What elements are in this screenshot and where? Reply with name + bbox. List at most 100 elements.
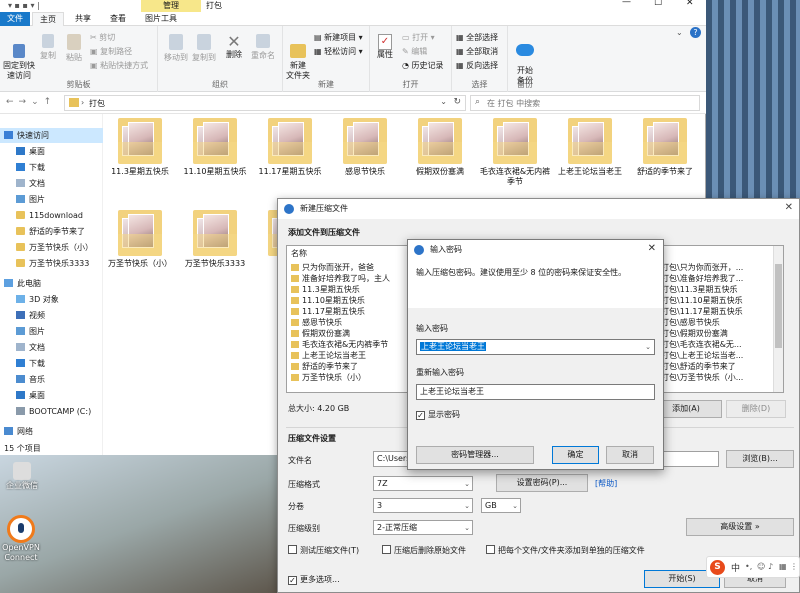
- split-select[interactable]: 3 ⌄: [373, 498, 473, 513]
- nav-item[interactable]: 万圣节快乐3333: [0, 256, 103, 271]
- show-password-checkbox[interactable]: ✓ 显示密码: [416, 409, 460, 421]
- nav-item[interactable]: 桌面: [0, 388, 103, 403]
- file-item[interactable]: 11.10星期五快乐: [179, 118, 251, 192]
- nav-item[interactable]: 视频: [0, 308, 103, 323]
- nav-item[interactable]: 图片: [0, 192, 103, 207]
- list-item[interactable]: 万圣节快乐（小）: [289, 372, 409, 383]
- close-button[interactable]: ✕: [648, 243, 656, 254]
- help-icon[interactable]: ?: [690, 27, 701, 38]
- dropdown-arrow-icon[interactable]: ⌄: [645, 340, 651, 354]
- rename-button[interactable]: 重命名: [250, 34, 276, 61]
- new-item-button[interactable]: ▤ 新建项目 ▾: [314, 33, 363, 43]
- file-item[interactable]: 感恩节快乐: [329, 118, 401, 192]
- ok-button[interactable]: 确定: [552, 446, 599, 464]
- cut-button[interactable]: ✂ 剪切: [90, 33, 115, 43]
- split-unit-select[interactable]: GB ⌄: [481, 498, 521, 513]
- tab-file[interactable]: 文件: [0, 12, 30, 26]
- delete-source-checkbox[interactable]: 压缩后删除原始文件: [382, 545, 466, 557]
- more-options-checkbox[interactable]: ✓ 更多选项...: [288, 574, 340, 586]
- list-item[interactable]: 11.3星期五快乐: [289, 284, 409, 295]
- list-item[interactable]: 舒适的季节来了: [289, 361, 409, 372]
- nav-item[interactable]: BOOTCAMP (C:): [0, 404, 103, 419]
- ime-mode[interactable]: 中: [731, 561, 740, 574]
- easy-access-button[interactable]: ▦ 轻松访问 ▾: [314, 47, 363, 57]
- file-item[interactable]: 舒适的季节来了: [629, 118, 701, 192]
- set-password-button[interactable]: 设置密码(P)...: [496, 474, 588, 492]
- desktop-icon-wecom[interactable]: 企业微信: [2, 462, 42, 494]
- tab-picture-tools[interactable]: 图片工具: [138, 12, 184, 26]
- punctuation-icon[interactable]: •,: [745, 562, 752, 571]
- nav-item[interactable]: 图片: [0, 324, 103, 339]
- address-dropdown-icon[interactable]: ⌄: [440, 97, 447, 106]
- format-select[interactable]: 7Z ⌄: [373, 476, 473, 491]
- list-item[interactable]: 上老王论坛当老王: [289, 350, 409, 361]
- refresh-icon[interactable]: ↻: [453, 97, 461, 107]
- address-bar[interactable]: › 打包 ⌄ ↻: [64, 95, 466, 111]
- file-item[interactable]: 假期双份塞满: [404, 118, 476, 192]
- tab-home[interactable]: 主页: [32, 12, 64, 26]
- search-box[interactable]: ⌕ 在 打包 中搜索: [470, 95, 700, 111]
- browse-button[interactable]: 浏览(B)...: [726, 450, 794, 468]
- nav-item[interactable]: 下载: [0, 160, 103, 175]
- list-item[interactable]: 11.10星期五快乐: [289, 295, 409, 306]
- open-button[interactable]: ▭ 打开 ▾: [402, 33, 435, 43]
- close-button[interactable]: ✕: [785, 202, 793, 213]
- nav-item[interactable]: 舒适的季节来了: [0, 224, 103, 239]
- close-button[interactable]: ✕: [686, 0, 694, 8]
- list-scrollbar[interactable]: [773, 246, 783, 392]
- list-item[interactable]: 准备好培养我了吗，主人: [289, 273, 409, 284]
- tab-view[interactable]: 查看: [103, 12, 133, 26]
- delete-button[interactable]: ✕ 删除: [224, 34, 244, 60]
- test-archive-checkbox[interactable]: 测试压缩文件(T): [288, 545, 359, 557]
- paste-button[interactable]: 粘贴: [64, 34, 84, 63]
- advanced-settings-button[interactable]: 高级设置 »: [686, 518, 794, 536]
- nav-item[interactable]: 桌面: [0, 144, 103, 159]
- context-tab-manage[interactable]: 管理: [141, 0, 201, 12]
- list-item[interactable]: 感恩节快乐: [289, 317, 409, 328]
- copy-button[interactable]: 复制: [38, 34, 58, 61]
- delete-button[interactable]: 删除(D): [726, 400, 786, 418]
- cancel-button[interactable]: 取消: [606, 446, 654, 464]
- copy-path-button[interactable]: ▣ 复制路径: [90, 47, 132, 57]
- paste-shortcut-button[interactable]: ▣ 粘贴快捷方式: [90, 61, 148, 71]
- more-icon[interactable]: ⋮: [790, 562, 798, 571]
- select-all-button[interactable]: ▦ 全部选择: [456, 33, 498, 43]
- nav-item[interactable]: 115download: [0, 208, 103, 223]
- nav-item[interactable]: 3D 对象: [0, 292, 103, 307]
- keyboard-icon[interactable]: ▦: [779, 562, 787, 571]
- edit-button[interactable]: ✎ 编辑: [402, 47, 427, 57]
- file-item[interactable]: 上老王论坛当老王: [554, 118, 626, 192]
- desktop-icon-openvpn[interactable]: OpenVPN Connect: [0, 515, 42, 571]
- maximize-button[interactable]: ☐: [654, 0, 662, 8]
- nav-item[interactable]: 文档: [0, 340, 103, 355]
- nav-item[interactable]: 万圣节快乐（小）: [0, 240, 103, 255]
- file-item[interactable]: 万圣节快乐3333: [179, 210, 251, 284]
- history-button[interactable]: ◔ 历史记录: [402, 61, 444, 71]
- file-item[interactable]: 毛衣连衣裙&无内裤季节: [479, 118, 551, 192]
- list-item[interactable]: 只为你而张开，爸爸: [289, 262, 409, 273]
- microphone-icon[interactable]: ♪: [768, 562, 773, 571]
- select-none-button[interactable]: ▦ 全部取消: [456, 47, 498, 57]
- list-item[interactable]: 毛衣连衣裙&无内裤季节: [289, 339, 409, 350]
- list-item[interactable]: 假期双份塞满: [289, 328, 409, 339]
- file-item[interactable]: 11.3星期五快乐: [104, 118, 176, 192]
- separate-archives-checkbox[interactable]: 把每个文件/文件夹添加到单独的压缩文件: [486, 545, 645, 557]
- password-input[interactable]: 上老王论坛当老王 ⌄: [416, 339, 655, 355]
- minimize-button[interactable]: —: [622, 0, 631, 7]
- nav-item[interactable]: 文档: [0, 176, 103, 191]
- nav-item[interactable]: 此电脑: [0, 276, 103, 291]
- emoji-icon[interactable]: ☺: [757, 562, 765, 571]
- confirm-password-input[interactable]: 上老王论坛当老王: [416, 384, 655, 400]
- ime-toolbar[interactable]: S 中 •, ☺ ♪ ▦ ⋮: [706, 556, 800, 578]
- nav-item[interactable]: 网络: [0, 424, 103, 439]
- file-item[interactable]: 11.17星期五快乐: [254, 118, 326, 192]
- nav-item[interactable]: 音乐: [0, 372, 103, 387]
- level-select[interactable]: 2-正常压缩 ⌄: [373, 520, 473, 535]
- nav-arrows-icon[interactable]: ←→⌄↑: [6, 97, 56, 107]
- password-manager-button[interactable]: 密码管理器...: [416, 446, 534, 464]
- properties-button[interactable]: ✓ 属性: [374, 34, 396, 60]
- tab-share[interactable]: 共享: [68, 12, 98, 26]
- help-link[interactable]: [帮助]: [595, 478, 617, 490]
- nav-item[interactable]: 下载: [0, 356, 103, 371]
- file-item[interactable]: 万圣节快乐（小）: [104, 210, 176, 284]
